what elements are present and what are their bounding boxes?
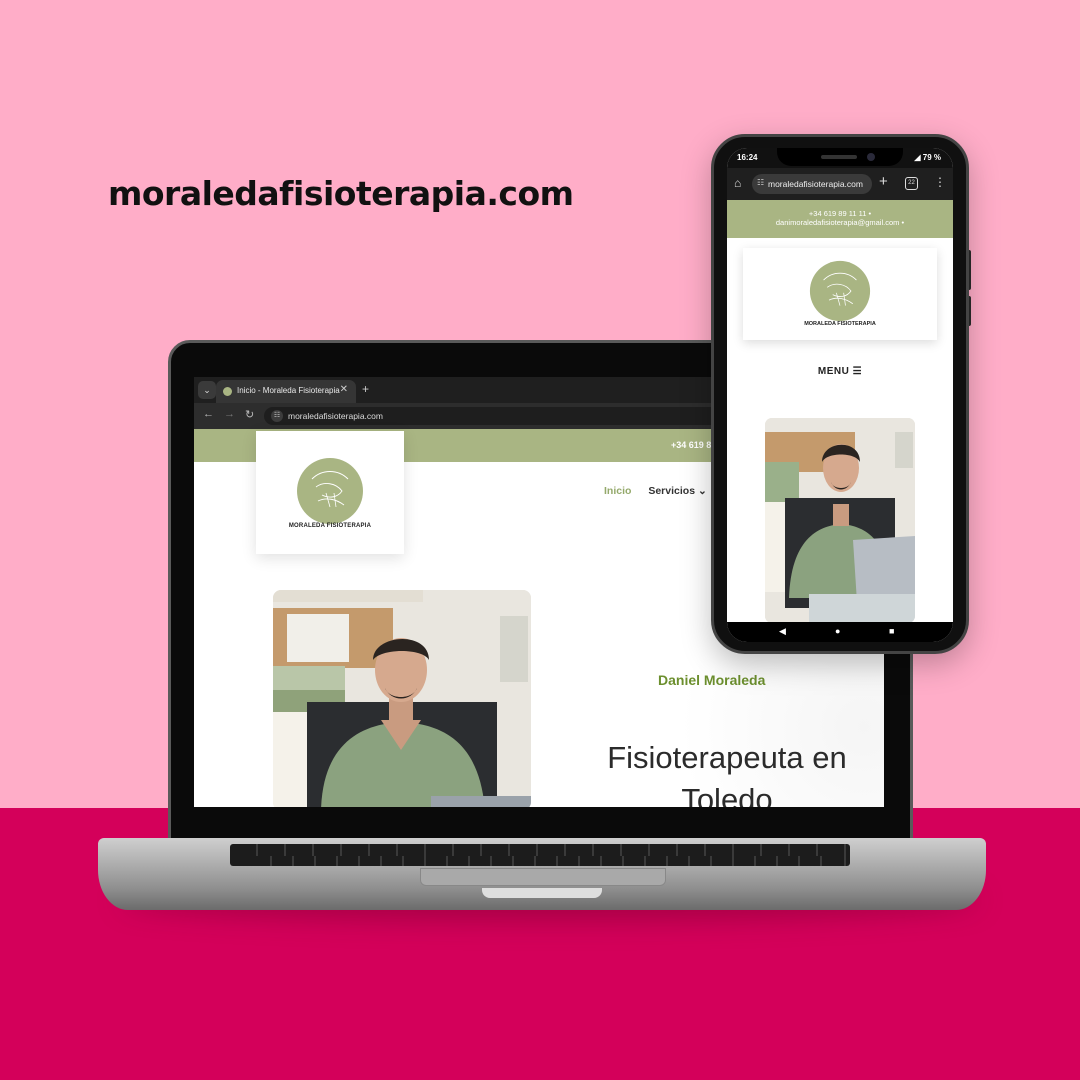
laptop-keyboard-row <box>250 856 830 866</box>
phone-logo-text: MORALEDA FISIOTERAPIA <box>804 321 876 327</box>
laptop-hinge-notch <box>482 888 602 898</box>
tab-search-button[interactable]: ⌄ <box>198 381 216 399</box>
phone-contact-phone[interactable]: +34 619 89 11 11 • <box>727 209 953 218</box>
speaker-grille <box>821 155 857 159</box>
phone-physio-photo-image <box>765 418 915 623</box>
nav-item-servicios[interactable]: Servicios ⌄ <box>648 485 706 497</box>
phone-address-bar[interactable]: ☷ moraledafisioterapia.com <box>752 174 872 194</box>
tab-title: Inicio - Moraleda Fisioterapia <box>237 386 340 395</box>
hero-name: Daniel Moraleda <box>658 672 766 688</box>
logo-text: MORALEDA FISIOTERAPIA <box>288 523 372 529</box>
phone-site-logo[interactable]: MORALEDA FISIOTERAPIA <box>743 248 937 340</box>
phone-address-url: moraledafisioterapia.com <box>768 179 863 189</box>
reload-icon[interactable]: ↻ <box>245 408 254 421</box>
phone-browser-toolbar: ⌂ ☷ moraledafisioterapia.com + 22 ⋮ <box>727 168 953 200</box>
more-menu-icon[interactable]: ⋮ <box>934 175 946 189</box>
nav-back-icon[interactable]: ◀ <box>779 626 786 637</box>
site-info-icon[interactable]: ☷ <box>757 178 764 187</box>
site-info-icon[interactable]: ☷ <box>271 410 283 422</box>
home-icon[interactable]: ⌂ <box>734 176 741 190</box>
tab-close-icon[interactable]: ✕ <box>340 384 348 395</box>
physio-photo <box>273 590 531 807</box>
browser-tab-active[interactable]: Inicio - Moraleda Fisioterapia ✕ <box>216 380 356 403</box>
site-phone-link[interactable]: +34 619 8 <box>671 440 711 450</box>
new-tab-icon[interactable]: + <box>879 173 888 190</box>
logo-hands-icon <box>297 458 363 524</box>
phone-contact-email[interactable]: danimoraledafisioterapia@gmail.com • <box>727 218 953 227</box>
menu-button[interactable]: MENU ☰ <box>727 366 953 377</box>
status-time: 16:24 <box>737 153 758 162</box>
domain-heading: moraledafisioterapia.com <box>108 174 574 213</box>
front-camera <box>867 153 875 161</box>
phone-notch <box>777 148 903 166</box>
forward-arrow-icon[interactable]: → <box>224 408 235 420</box>
hero-title: Fisioterapeuta en Toledo <box>607 740 847 807</box>
laptop-trackpad <box>420 868 666 886</box>
site-nav: Inicio Servicios ⌄ <box>604 485 707 497</box>
phone-physio-photo <box>765 418 915 623</box>
back-arrow-icon[interactable]: ← <box>203 408 214 420</box>
nav-item-inicio[interactable]: Inicio <box>604 485 631 497</box>
address-url: moraledafisioterapia.com <box>288 411 383 421</box>
new-tab-button[interactable]: + <box>362 382 369 396</box>
physio-photo-image <box>273 590 531 807</box>
status-battery: ◢ 79 % <box>914 153 941 162</box>
android-nav-bar: ◀ ● ■ <box>727 622 953 642</box>
site-favicon-icon <box>223 387 232 396</box>
tab-switcher-icon[interactable]: 22 <box>905 177 918 190</box>
nav-home-icon[interactable]: ● <box>835 626 840 636</box>
phone-screen: 16:24 ◢ 79 % ⌂ ☷ moraledafisioterapia.co… <box>727 148 953 642</box>
site-logo[interactable]: MORALEDA FISIOTERAPIA <box>256 431 404 554</box>
logo-hands-icon <box>809 260 871 322</box>
phone-contact-bar: +34 619 89 11 11 • danimoraledafisiotera… <box>727 200 953 238</box>
nav-recents-icon[interactable]: ■ <box>889 626 894 636</box>
